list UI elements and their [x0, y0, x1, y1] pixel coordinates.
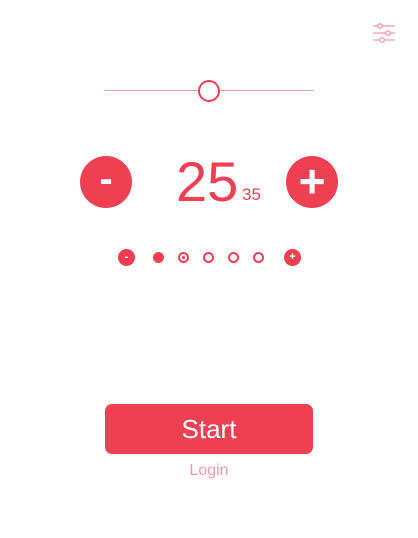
decrement-button[interactable]: - [80, 156, 132, 208]
level-dot[interactable] [228, 252, 239, 263]
login-link[interactable]: Login [105, 461, 313, 481]
counter-value: 25 [176, 150, 239, 213]
start-button[interactable]: Start [105, 404, 313, 454]
level-decrement-button[interactable]: - [118, 249, 135, 266]
level-dot[interactable] [178, 252, 189, 263]
level-dot[interactable] [203, 252, 214, 263]
settings-button[interactable] [372, 22, 396, 44]
slider-thumb[interactable] [198, 80, 220, 102]
range-slider[interactable] [104, 80, 314, 102]
level-increment-button[interactable]: + [284, 249, 301, 266]
level-dot[interactable] [153, 252, 164, 263]
sliders-icon [373, 23, 395, 43]
level-dot[interactable] [253, 252, 264, 263]
counter-subvalue: 35 [242, 185, 261, 204]
increment-button[interactable]: + [286, 156, 338, 208]
